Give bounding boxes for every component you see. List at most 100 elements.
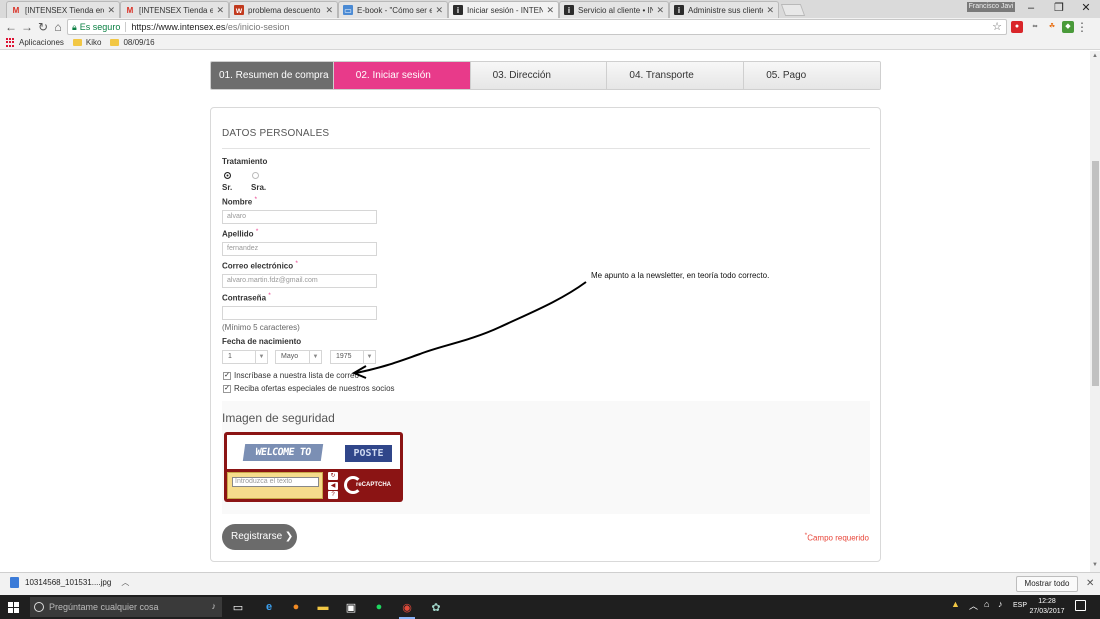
store-icon[interactable]: ▣ <box>341 598 361 616</box>
show-hidden-icons[interactable]: ︿ <box>969 599 978 612</box>
register-button[interactable]: Registrarse ❯ <box>222 524 297 550</box>
apellido-input[interactable]: fernandez <box>222 242 377 256</box>
browser-tab-active[interactable]: i Iniciar sesión - INTENSEX ✕ <box>448 1 559 18</box>
system-clock[interactable]: 12:28 27/03/2017 <box>1028 597 1066 617</box>
apellido-label: Apellido * <box>222 228 258 239</box>
bookmark-star-icon[interactable]: ☆ <box>992 20 1002 34</box>
scroll-thumb[interactable] <box>1092 161 1099 386</box>
close-icon[interactable]: ✕ <box>325 5 333 16</box>
task-view-icon[interactable]: ▭ <box>228 598 248 616</box>
extension-icon[interactable]: ∞ <box>1029 21 1041 33</box>
restore-icon[interactable]: ❐ <box>1049 1 1069 15</box>
refresh-icon[interactable]: ↻ <box>328 472 338 480</box>
required-mark: * <box>295 260 298 267</box>
password-input[interactable] <box>222 306 377 320</box>
chrome-icon[interactable]: ◉ <box>397 598 417 619</box>
clock-time: 12:28 <box>1038 598 1056 605</box>
address-bar[interactable]: 🔒︎ Es seguro https://www.intensex.es/es/… <box>67 19 1007 35</box>
browser-tab[interactable]: M [INTENSEX Tienda eróti ✕ <box>6 1 120 18</box>
bookmark-folder-date[interactable]: 08/09/16 <box>110 38 155 47</box>
nombre-label-text: Nombre <box>222 197 253 207</box>
cortana-search[interactable]: Pregúntame cualquier cosa ♪ <box>30 597 222 617</box>
windows-start-icon[interactable] <box>8 602 19 613</box>
home-icon[interactable]: ⌂ <box>51 19 65 35</box>
password-label-text: Contraseña <box>222 293 267 303</box>
firefox-icon[interactable]: ● <box>286 598 306 616</box>
extension-icon[interactable]: ☘ <box>1046 21 1058 33</box>
browser-tab[interactable]: M [INTENSEX Tienda eróti ✕ <box>120 1 229 18</box>
back-icon[interactable]: ← <box>4 19 18 35</box>
browser-tab[interactable]: ▭ E-book - "Cómo ser el m ✕ <box>338 1 448 18</box>
network-icon[interactable]: ⌂ <box>984 599 989 609</box>
close-icon[interactable]: ✕ <box>1086 578 1094 589</box>
close-icon[interactable]: ✕ <box>656 5 664 16</box>
chevron-down-icon: ▼ <box>309 351 321 363</box>
reload-icon[interactable]: ↻ <box>36 19 50 35</box>
divider <box>125 22 127 32</box>
chevron-up-icon[interactable]: ︿ <box>121 577 129 588</box>
birth-day-select[interactable]: 1 ▼ <box>222 350 268 364</box>
extension-icon[interactable]: ◆ <box>1062 21 1074 33</box>
microphone-icon[interactable]: ♪ <box>212 601 217 611</box>
step-summary[interactable]: 01. Resumen de compra <box>211 62 334 89</box>
birth-month-select[interactable]: Mayo ▼ <box>275 350 322 364</box>
download-item[interactable]: 10314568_101531....jpg ︿ <box>10 577 129 588</box>
tab-title: Iniciar sesión - INTENSEX <box>467 5 543 15</box>
step-shipping: 04. Transporte <box>607 62 745 89</box>
image-file-icon <box>10 577 19 588</box>
bookmark-label: Kiko <box>85 38 102 47</box>
audio-icon[interactable]: ◀ <box>328 481 338 490</box>
close-window-icon[interactable]: ✕ <box>1076 1 1096 15</box>
windows-taskbar: Pregúntame cualquier cosa ♪ ▭ e ● ▬ ▣ ● … <box>0 595 1100 619</box>
close-icon[interactable]: ✕ <box>107 5 115 16</box>
intensex-icon: i <box>564 5 574 15</box>
browser-tab[interactable]: w problema descuento pr ✕ <box>229 1 338 18</box>
browser-menu-icon[interactable]: ⋮ <box>1076 20 1088 34</box>
browser-tab[interactable]: i Administre sus clientes - ✕ <box>669 1 779 18</box>
radio-sr[interactable] <box>224 172 231 179</box>
warning-icon[interactable]: ▲ <box>951 599 960 609</box>
close-icon[interactable]: ✕ <box>546 5 554 16</box>
volume-icon[interactable]: ♪ <box>998 599 1003 609</box>
captcha-input[interactable]: Introduzca el texto <box>232 477 319 487</box>
folder-icon <box>110 39 120 46</box>
edge-icon[interactable]: e <box>259 598 279 616</box>
window-user-badge[interactable]: Francisco Javi <box>967 2 1015 12</box>
close-icon[interactable]: ✕ <box>435 5 443 16</box>
language-indicator[interactable]: ESP <box>1013 602 1027 609</box>
app-icon[interactable]: ✿ <box>426 598 446 616</box>
birth-year-select[interactable]: 1975 ▼ <box>330 350 376 364</box>
file-explorer-icon[interactable]: ▬ <box>313 598 333 616</box>
scroll-up-icon[interactable]: ▲ <box>1091 53 1099 61</box>
email-input[interactable]: alvaro.martin.fdz@gmail.com <box>222 274 377 288</box>
tab-title: [INTENSEX Tienda eróti <box>139 5 213 15</box>
close-icon[interactable]: ✕ <box>216 5 224 16</box>
tab-title: problema descuento pr <box>248 5 323 15</box>
new-tab-button[interactable] <box>780 4 806 16</box>
help-icon[interactable]: ? <box>328 491 338 499</box>
scroll-down-icon[interactable]: ▼ <box>1091 562 1099 570</box>
radio-sra[interactable] <box>252 172 259 179</box>
recaptcha-logo: reCAPTCHA <box>344 474 399 498</box>
adblock-extension-icon[interactable]: ● <box>1011 21 1023 33</box>
page-scrollbar[interactable]: ▲ ▼ <box>1090 51 1100 572</box>
password-hint: (Mínimo 5 caracteres) <box>222 323 300 332</box>
forum-icon: w <box>234 5 244 15</box>
minimize-icon[interactable]: – <box>1021 1 1041 15</box>
close-icon[interactable]: ✕ <box>766 5 774 16</box>
spotify-icon[interactable]: ● <box>369 598 389 616</box>
newsletter-checkbox[interactable]: ✓ <box>223 372 231 380</box>
search-placeholder: Pregúntame cualquier cosa <box>49 602 159 612</box>
nombre-label: Nombre * <box>222 196 257 207</box>
show-all-button[interactable]: Mostrar todo <box>1016 576 1078 592</box>
bookmark-folder-kiko[interactable]: Kiko <box>72 38 102 47</box>
required-note: *Campo requerido <box>805 532 869 543</box>
nombre-input[interactable]: alvaro <box>222 210 377 224</box>
download-file-name: 10314568_101531....jpg <box>25 578 112 587</box>
clock-date: 27/03/2017 <box>1029 608 1065 615</box>
notifications-icon[interactable] <box>1075 600 1086 611</box>
browser-tab[interactable]: i Servicio al cliente • INTE ✕ <box>559 1 669 18</box>
offers-checkbox[interactable]: ✓ <box>223 385 231 393</box>
forward-icon[interactable]: → <box>20 19 34 35</box>
bookmark-apps[interactable]: Aplicaciones <box>6 38 64 47</box>
